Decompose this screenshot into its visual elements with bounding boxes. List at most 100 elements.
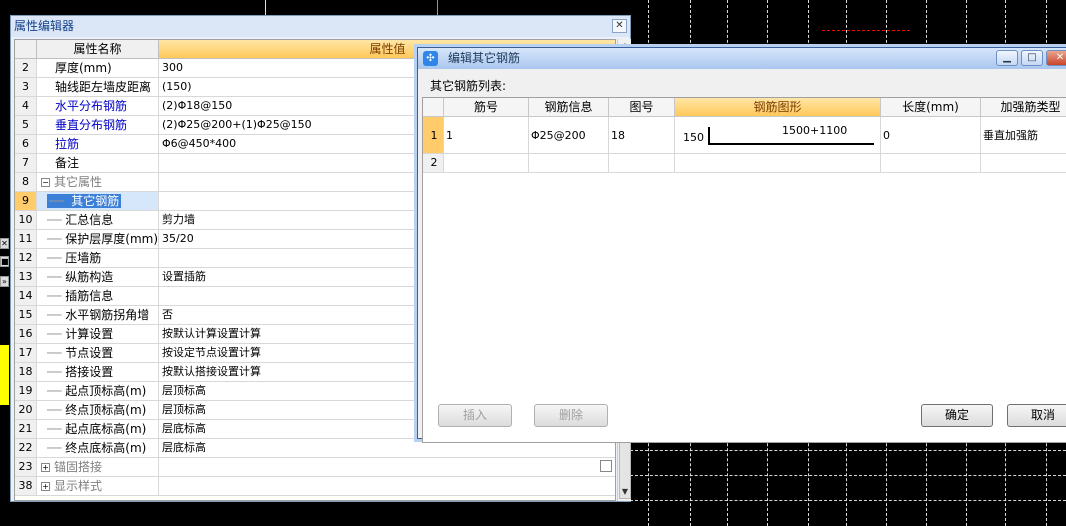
maximize-icon[interactable]: □ [1021,50,1043,66]
header-shape[interactable]: 钢筋图形 [675,98,881,117]
property-name[interactable]: 厚度(mm) [37,59,159,78]
property-name[interactable]: 水平分布钢筋 [37,97,159,116]
row-num: 12 [15,249,37,268]
app-icon: ✣ [423,51,438,66]
shape-top-label[interactable]: 1500+1100 [782,124,847,137]
property-name[interactable]: ── 其它钢筋 [37,192,159,211]
row-num: 23 [15,458,37,477]
header-num [15,40,37,59]
cell-bar-no[interactable]: 1 [444,117,529,154]
header-bar-no[interactable]: 筋号 [444,98,529,117]
shape-left-label[interactable]: 150 [683,131,704,144]
row-num: 38 [15,477,37,496]
cell-shape[interactable]: 150 1500+1100 [675,117,881,154]
header-num [423,98,444,117]
row-num: 18 [15,363,37,382]
property-name-label: 垂直分布钢筋 [55,118,128,132]
ok-button[interactable]: 确定 [921,404,993,427]
row-num: 20 [15,401,37,420]
tree-branch-icon: ── [47,232,66,246]
delete-button[interactable]: 删除 [534,404,608,427]
cell-bar-no[interactable] [444,154,529,173]
property-name[interactable]: ── 水平钢筋拐角增 [37,306,159,325]
property-name[interactable]: ── 终点顶标高(m) [37,401,159,420]
row-num: 10 [15,211,37,230]
row-num: 21 [15,420,37,439]
cancel-button[interactable]: 取消 [1007,404,1066,427]
property-name-label: 插筋信息 [65,289,114,303]
property-name[interactable]: ── 计算设置 [37,325,159,344]
row-num: 7 [15,154,37,173]
property-name[interactable]: 备注 [37,154,159,173]
minimize-icon[interactable]: ▁ [996,50,1018,66]
property-name[interactable]: 拉筋 [37,135,159,154]
row-num: 22 [15,439,37,458]
header-length[interactable]: 长度(mm) [881,98,981,117]
tree-branch-icon: ── [47,213,66,227]
property-name[interactable]: − 其它属性 [37,173,159,192]
row-num: 11 [15,230,37,249]
property-name[interactable]: 轴线距左墙皮距离 [37,78,159,97]
close-icon[interactable]: ✕ [0,238,9,249]
property-value[interactable] [159,477,615,496]
property-name[interactable]: ── 插筋信息 [37,287,159,306]
tree-branch-icon: ── [47,327,66,341]
property-name[interactable]: ── 起点底标高(m) [37,420,159,439]
property-name[interactable]: ── 保护层厚度(mm) [37,230,159,249]
insert-button[interactable]: 插入 [438,404,512,427]
cell-fig[interactable] [609,154,675,173]
property-name[interactable]: ── 终点底标高(m) [37,439,159,458]
cell-type[interactable]: 垂直加强筋 [981,117,1066,154]
property-row[interactable]: 23 + 锚固搭接 [15,458,615,477]
header-type[interactable]: 加强筋类型 [981,98,1066,117]
cell-info[interactable]: Φ25@200 [529,117,609,154]
property-name[interactable]: ── 搭接设置 [37,363,159,382]
expand-icon[interactable]: + [41,482,50,491]
property-name-label: 节点设置 [65,346,114,360]
close-icon[interactable]: ✕ [612,19,627,33]
property-name-label: 其它属性 [54,175,103,189]
collapse-icon[interactable]: − [41,178,50,187]
property-name[interactable]: ── 压墙筋 [37,249,159,268]
cell-info[interactable] [529,154,609,173]
cad-grid-line [630,475,1066,476]
table-row[interactable]: 1 1 Φ25@200 18 150 1500+1100 0 垂直加强筋 [423,117,1066,154]
row-num: 15 [15,306,37,325]
property-name-label: 水平钢筋拐角增 [65,308,150,322]
property-name[interactable]: ── 纵筋构造 [37,268,159,287]
property-name-label: 其它钢筋 [69,194,122,208]
expand-icon[interactable]: + [41,463,50,472]
close-icon[interactable]: ✕ [1046,50,1066,66]
property-name-label: 厚度(mm) [55,61,112,75]
property-name-label: 保护层厚度(mm) [65,232,159,246]
property-name[interactable]: ── 起点顶标高(m) [37,382,159,401]
cell-type[interactable] [981,154,1066,173]
property-name[interactable]: + 显示样式 [37,477,159,496]
table-header: 筋号 钢筋信息 图号 钢筋图形 长度(mm) 加强筋类型 [423,98,1066,117]
expand-icon[interactable]: » [0,276,9,287]
property-name[interactable]: + 锚固搭接 [37,458,159,477]
pin-icon[interactable]: ■ [0,256,9,267]
cell-length[interactable]: 0 [881,117,981,154]
highlight-strip [0,345,9,405]
row-num: 5 [15,116,37,135]
property-name-label: 锚固搭接 [54,460,103,474]
header-fig[interactable]: 图号 [609,98,675,117]
property-name[interactable]: ── 汇总信息 [37,211,159,230]
table-row[interactable]: 2 [423,154,1066,173]
list-label: 其它钢筋列表: [430,79,507,93]
scroll-down-icon[interactable]: ▼ [618,485,632,499]
extra-checkbox[interactable] [600,460,612,472]
property-name-label: 水平分布钢筋 [55,99,128,113]
property-name[interactable]: 垂直分布钢筋 [37,116,159,135]
tree-branch-icon: ── [47,365,66,379]
property-value[interactable] [159,458,615,477]
cell-shape[interactable] [675,154,881,173]
cell-fig[interactable]: 18 [609,117,675,154]
property-row[interactable]: 38 + 显示样式 [15,477,615,496]
cell-length[interactable] [881,154,981,173]
header-info[interactable]: 钢筋信息 [529,98,609,117]
property-name[interactable]: ── 节点设置 [37,344,159,363]
header-name[interactable]: 属性名称 [37,40,159,59]
property-name-label: 汇总信息 [65,213,114,227]
